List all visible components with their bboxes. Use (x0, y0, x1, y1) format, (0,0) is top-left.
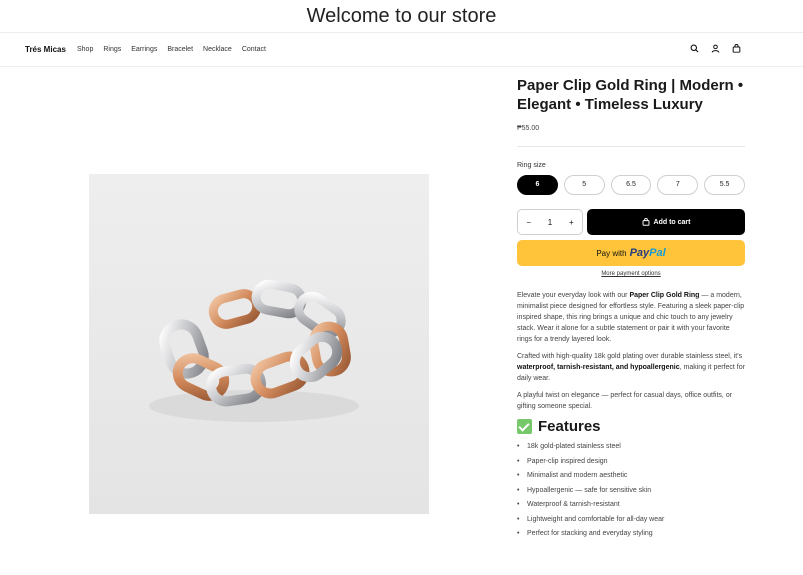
paypal-prefix: Pay with (596, 248, 627, 258)
description-paragraph: Elevate your everyday look with our Pape… (517, 292, 745, 343)
add-to-cart-label: Add to cart (653, 218, 691, 226)
search-icon[interactable] (690, 44, 699, 53)
size-option-6[interactable]: 6 (517, 175, 558, 195)
ring-size-options: 6 5 6.5 7 5.5 (517, 175, 745, 195)
nav-earrings[interactable]: Earrings (131, 46, 157, 53)
list-item: Lightweight and comfortable for all-day … (517, 513, 745, 528)
check-mark-icon (517, 419, 532, 434)
add-to-cart-button[interactable]: Add to cart (587, 209, 745, 235)
list-item: Waterproof & tarnish-resistant (517, 498, 745, 513)
account-icon[interactable] (711, 44, 720, 53)
qty-value[interactable]: 1 (548, 218, 552, 227)
cart-icon[interactable] (732, 44, 741, 53)
features-heading: Features (517, 418, 745, 435)
announcement-bar: Welcome to our store (0, 0, 803, 33)
qty-decrease-button[interactable]: − (526, 218, 531, 227)
nav-bracelet[interactable]: Bracelet (167, 46, 193, 53)
paypal-button[interactable]: Pay with PayPal (517, 240, 745, 266)
nav-necklace[interactable]: Necklace (203, 46, 232, 53)
quantity-stepper: − 1 + (517, 209, 583, 235)
list-item: Minimalist and modern aesthetic (517, 469, 745, 484)
product-image[interactable] (89, 174, 429, 514)
brand-logo[interactable]: Trés Micas (25, 45, 66, 54)
nav-shop[interactable]: Shop (77, 46, 93, 53)
paypal-logo: PayPal (629, 247, 666, 259)
announcement-text: Welcome to our store (306, 5, 497, 27)
site-header: Trés Micas Shop Rings Earrings Bracelet … (0, 33, 803, 67)
description-paragraph: A playful twist on elegance — perfect fo… (517, 392, 733, 410)
description-paragraph: Crafted with high-quality 18k gold plati… (517, 353, 745, 382)
qty-increase-button[interactable]: + (569, 218, 574, 227)
bag-icon (642, 218, 649, 226)
product-description: Elevate your everyday look with our Pape… (517, 290, 745, 412)
nav-contact[interactable]: Contact (242, 46, 266, 53)
main-nav: Shop Rings Earrings Bracelet Necklace Co… (77, 46, 266, 53)
features-list: 18k gold-plated stainless steel Paper-cl… (517, 440, 745, 542)
ring-image (89, 174, 429, 514)
product-info: Paper Clip Gold Ring | Modern • Elegant … (517, 76, 745, 542)
more-payment-options-link[interactable]: More payment options (517, 271, 745, 277)
divider (517, 146, 745, 147)
list-item: Paper-clip inspired design (517, 455, 745, 470)
ring-size-label: Ring size (517, 162, 546, 169)
size-option-5[interactable]: 5 (563, 175, 605, 195)
list-item: Perfect for stacking and everyday stylin… (517, 527, 745, 542)
size-option-7[interactable]: 7 (657, 175, 699, 195)
list-item: Hypoallergenic — safe for sensitive skin (517, 484, 745, 499)
size-option-5-5[interactable]: 5.5 (704, 175, 745, 195)
list-item: 18k gold-plated stainless steel (517, 440, 745, 455)
product-title: Paper Clip Gold Ring | Modern • Elegant … (517, 77, 744, 113)
size-option-6-5[interactable]: 6.5 (610, 175, 652, 195)
features-title: Features (538, 418, 601, 435)
product-price: ₱55.00 (517, 125, 540, 132)
header-icons (690, 44, 741, 53)
cart-row: − 1 + Add to cart (517, 209, 745, 235)
nav-rings[interactable]: Rings (103, 46, 121, 53)
